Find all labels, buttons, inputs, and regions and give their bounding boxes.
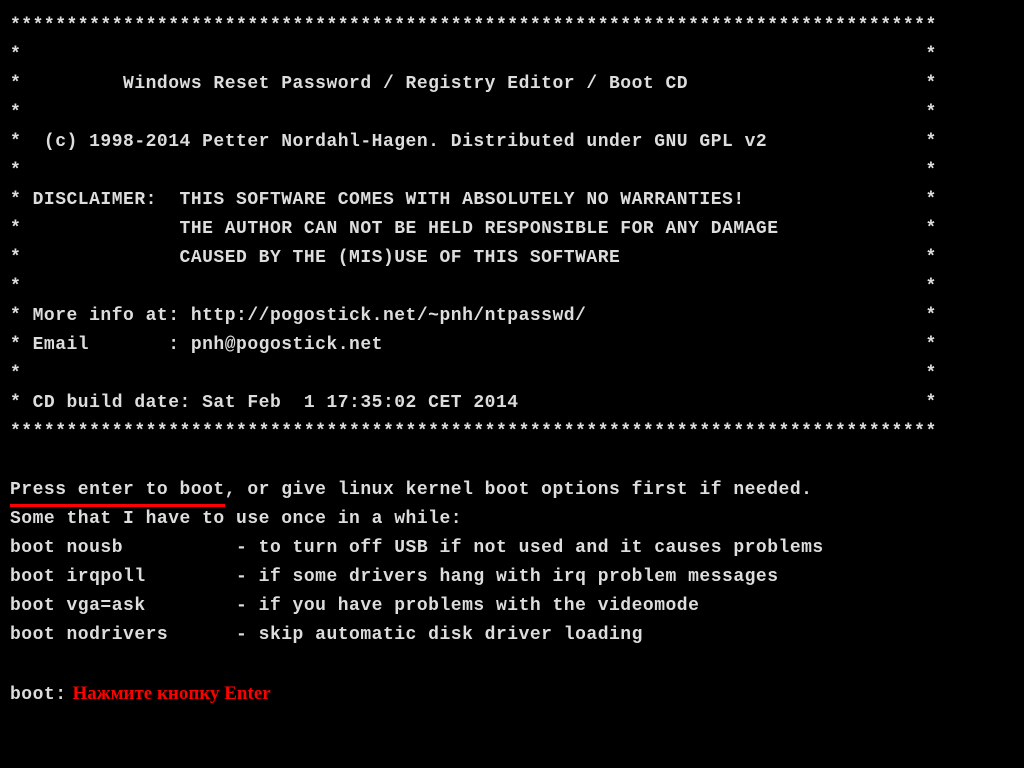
banner-more-info: * More info at: http://pogostick.net/~pn… — [10, 302, 1014, 331]
option-nodrivers: boot nodrivers - skip automatic disk dri… — [10, 621, 1014, 650]
boot-banner: ****************************************… — [10, 12, 1014, 447]
banner-blank: * * — [10, 157, 1014, 186]
boot-prompt-label: boot: — [10, 685, 67, 705]
banner-disclaimer-l3: * CAUSED BY THE (MIS)USE OF THIS SOFTWAR… — [10, 244, 1014, 273]
banner-blank: * * — [10, 360, 1014, 389]
banner-blank: * * — [10, 273, 1014, 302]
banner-blank: * * — [10, 41, 1014, 70]
banner-title: * Windows Reset Password / Registry Edit… — [10, 70, 1014, 99]
press-enter-line: Press enter to boot, or give linux kerne… — [10, 476, 1014, 505]
instructions-intro: Some that I have to use once in a while: — [10, 505, 1014, 534]
banner-border-bottom: ****************************************… — [10, 418, 1014, 447]
boot-instructions: Press enter to boot, or give linux kerne… — [10, 476, 1014, 650]
option-vga: boot vga=ask - if you have problems with… — [10, 592, 1014, 621]
banner-border-top: ****************************************… — [10, 12, 1014, 41]
banner-copyright: * (c) 1998-2014 Petter Nordahl-Hagen. Di… — [10, 128, 1014, 157]
option-irqpoll: boot irqpoll - if some drivers hang with… — [10, 563, 1014, 592]
press-enter-highlight: Press enter to boot — [10, 476, 225, 505]
banner-email: * Email : pnh@pogostick.net * — [10, 331, 1014, 360]
option-nousb: boot nousb - to turn off USB if not used… — [10, 534, 1014, 563]
banner-blank: * * — [10, 99, 1014, 128]
annotation-text: Нажмите кнопку Enter — [73, 679, 271, 708]
banner-disclaimer-l2: * THE AUTHOR CAN NOT BE HELD RESPONSIBLE… — [10, 215, 1014, 244]
press-enter-rest: , or give linux kernel boot options firs… — [225, 480, 813, 500]
banner-disclaimer-l1: * DISCLAIMER: THIS SOFTWARE COMES WITH A… — [10, 186, 1014, 215]
boot-prompt[interactable]: boot: Нажмите кнопку Enter — [10, 679, 1014, 708]
spacer — [10, 447, 1014, 476]
banner-build-date: * CD build date: Sat Feb 1 17:35:02 CET … — [10, 389, 1014, 418]
